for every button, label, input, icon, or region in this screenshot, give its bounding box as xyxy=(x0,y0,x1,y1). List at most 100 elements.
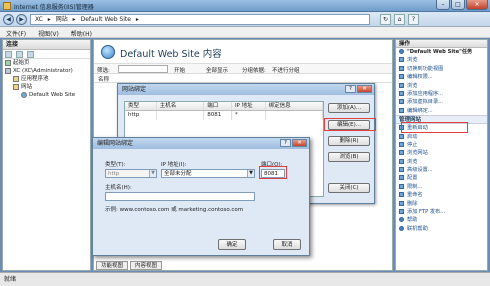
action-label: 添加虚拟目录... xyxy=(407,99,444,106)
action-item[interactable]: 限制... xyxy=(396,183,487,191)
breadcrumb[interactable]: XC ▸ 网站 ▸ Default Web Site ▸ xyxy=(30,14,370,25)
refresh-icon[interactable]: ↻ xyxy=(380,14,391,25)
title-bar: Internet 信息服务(IIS)管理器 – □ ✕ xyxy=(0,0,490,12)
edit-binding-title: 编辑网站绑定 xyxy=(93,138,309,149)
go-button[interactable]: 开始 xyxy=(174,66,185,74)
action-item[interactable]: 联机帮助 xyxy=(396,225,487,233)
action-icon xyxy=(399,200,404,206)
column-info[interactable]: 绑定信息 xyxy=(266,102,324,110)
action-item[interactable]: 浏览 xyxy=(396,158,487,166)
action-icon xyxy=(399,57,404,63)
action-icon xyxy=(399,49,404,54)
action-item[interactable]: 浏览 xyxy=(396,82,487,90)
breadcrumb-server[interactable]: XC xyxy=(35,16,43,23)
breadcrumb-site[interactable]: Default Web Site xyxy=(81,16,131,23)
action-item[interactable]: 配置 xyxy=(396,174,487,182)
iis-app-icon xyxy=(3,2,11,10)
action-item[interactable]: 启动 xyxy=(396,133,487,141)
action-label: 浏览网站 xyxy=(407,150,428,157)
ip-address-select[interactable]: 全部未分配 ▼ xyxy=(161,169,255,178)
bindings-table-header: 类型 主机名 端口 IP 地址 绑定信息 xyxy=(125,102,324,111)
action-item[interactable]: 删除 xyxy=(396,200,487,208)
cancel-button[interactable]: 取消 xyxy=(273,239,301,250)
action-item[interactable]: 添加应用程序... xyxy=(396,90,487,98)
menu-help[interactable]: 帮助(H) xyxy=(65,27,96,38)
browse-binding-button[interactable]: 浏览(B) xyxy=(328,152,370,162)
menu-view[interactable]: 视图(V) xyxy=(32,27,63,38)
address-tools: ↻ ⌂ ? xyxy=(380,14,419,25)
chevron-down-icon[interactable]: ▼ xyxy=(247,170,254,177)
tab-content-view[interactable]: 内容视图 xyxy=(130,261,163,270)
table-row[interactable]: http 8081 * xyxy=(125,111,324,120)
close-window-button[interactable]: ✕ xyxy=(466,0,488,10)
tree-item-sites[interactable]: 网站 xyxy=(3,83,90,91)
up-icon[interactable] xyxy=(26,51,34,58)
folder-icon xyxy=(13,83,19,90)
breadcrumb-sites[interactable]: 网站 xyxy=(56,16,68,23)
tree-item-server[interactable]: XC (XC\Administrator) xyxy=(3,67,90,75)
action-item[interactable]: 添加 FTP 发布... xyxy=(396,208,487,216)
chevron-down-icon: ▼ xyxy=(149,170,156,177)
group-by-select[interactable]: 不进行分组 xyxy=(272,66,300,74)
column-host[interactable]: 主机名 xyxy=(157,102,205,110)
column-port[interactable]: 端口 xyxy=(204,102,232,110)
action-item[interactable]: 编辑绑定... xyxy=(396,107,487,115)
save-icon[interactable] xyxy=(15,51,23,58)
column-ip[interactable]: IP 地址 xyxy=(232,102,266,110)
action-item[interactable]: 切换到功能视图 xyxy=(396,65,487,73)
action-item[interactable]: 浏览 xyxy=(396,56,487,64)
back-button[interactable]: ◀ xyxy=(3,14,14,25)
column-type[interactable]: 类型 xyxy=(125,102,157,110)
help-icon xyxy=(399,225,404,231)
forward-button[interactable]: ▶ xyxy=(16,14,27,25)
connections-title: 连接 xyxy=(3,40,90,50)
help-icon[interactable]: ? xyxy=(408,14,419,25)
column-name[interactable]: 名称 xyxy=(98,77,109,83)
help-icon xyxy=(399,217,404,223)
help-button[interactable]: ? xyxy=(345,85,356,93)
action-item[interactable]: 停止 xyxy=(396,141,487,149)
action-label: 浏览 xyxy=(407,158,418,165)
tree-item-default-web-site[interactable]: Default Web Site xyxy=(3,91,90,99)
action-item[interactable]: 高级设置... xyxy=(396,166,487,174)
close-dialog-button[interactable]: ✕ xyxy=(357,85,372,93)
action-icon xyxy=(399,141,404,147)
ip-value: 全部未分配 xyxy=(164,171,192,177)
manage-site-list: 重新启动 启动 停止 浏览网站 浏览 高级设置... 配置 限制... 重命名 删除 添加 FTP … xyxy=(396,124,487,233)
action-item: "Default Web Site"任务 xyxy=(396,48,487,56)
help-button[interactable]: ? xyxy=(280,139,291,147)
connect-icon[interactable] xyxy=(5,51,12,58)
tab-features-view[interactable]: 功能视图 xyxy=(96,261,129,270)
maximize-button[interactable]: □ xyxy=(451,0,465,10)
close-bindings-button[interactable]: 关闭(C) xyxy=(328,183,370,193)
tree-item-start-page[interactable]: 起始页 xyxy=(3,59,90,67)
minimize-button[interactable]: – xyxy=(436,0,450,10)
ok-button[interactable]: 确定 xyxy=(218,239,246,250)
host-name-input[interactable] xyxy=(105,192,255,201)
menu-file[interactable]: 文件(F) xyxy=(0,27,30,38)
action-item[interactable]: 浏览网站 xyxy=(396,149,487,157)
actions-list: "Default Web Site"任务 浏览 切换到功能视图 编辑权限... 浏览 添加… xyxy=(396,48,487,115)
action-label: 帮助 xyxy=(407,217,418,224)
action-label: 编辑绑定... xyxy=(407,107,433,114)
site-bindings-controls: ? ✕ xyxy=(345,85,372,93)
home-icon[interactable]: ⌂ xyxy=(394,14,405,25)
cell-host xyxy=(157,111,205,120)
close-dialog-button[interactable]: ✕ xyxy=(292,139,307,147)
add-binding-button[interactable]: 添加(A)... xyxy=(328,103,370,113)
action-item[interactable]: 编辑权限... xyxy=(396,73,487,81)
action-item[interactable]: 重命名 xyxy=(396,191,487,199)
action-icon xyxy=(399,167,404,173)
tree-item-app-pools[interactable]: 应用程序池 xyxy=(3,75,90,83)
view-tabs: 功能视图 内容视图 xyxy=(96,261,163,270)
address-bar: ◀ ▶ XC ▸ 网站 ▸ Default Web Site ▸ ↻ ⌂ ? xyxy=(0,12,490,27)
action-icon xyxy=(399,158,404,164)
status-bar: 就绪 xyxy=(0,272,490,286)
type-select: http ▼ xyxy=(105,169,157,178)
remove-binding-button[interactable]: 删除(R) xyxy=(328,136,370,146)
action-item[interactable]: 添加虚拟目录... xyxy=(396,98,487,106)
filter-input[interactable] xyxy=(118,65,168,73)
action-label: 高级设置... xyxy=(407,167,433,174)
action-item[interactable]: 帮助 xyxy=(396,216,487,224)
show-all-button[interactable]: 全部显示 xyxy=(206,66,228,74)
